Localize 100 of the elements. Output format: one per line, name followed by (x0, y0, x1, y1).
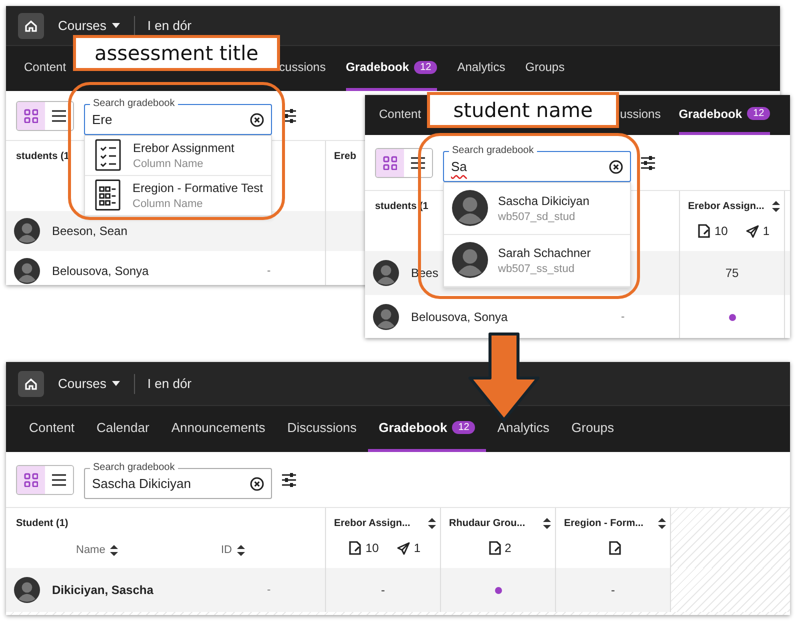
tab[interactable]: Analytics (486, 406, 560, 452)
clear-icon (250, 476, 264, 490)
test-icon (93, 178, 122, 212)
column-header[interactable]: Rhudaur Grou... (449, 518, 526, 529)
grid-view-button[interactable] (17, 102, 45, 130)
avatar-icon (452, 190, 488, 226)
tab[interactable]: Content (24, 46, 66, 91)
suggestion-item[interactable]: Erebor Assignment Column Name (85, 136, 271, 176)
avatar-icon (452, 242, 488, 278)
tab[interactable]: ussions (620, 95, 661, 135)
home-button[interactable] (18, 12, 44, 38)
column-header[interactable]: Erebor Assign... (688, 201, 764, 212)
clear-icon (250, 112, 264, 126)
caret-icon (112, 23, 120, 28)
avatar-icon (14, 577, 40, 603)
list-icon (52, 110, 66, 122)
search-field[interactable]: Search gradebook Sascha Dikiciyan (84, 460, 272, 498)
count-text: 1 (414, 541, 421, 555)
course-title: I en dór (147, 18, 192, 33)
document-icon (349, 541, 362, 555)
tab[interactable]: Discussions (276, 406, 368, 452)
document-icon (488, 541, 501, 555)
count-badge: 12 (414, 60, 438, 74)
student-name[interactable]: Dikiciyan, Sascha (52, 583, 154, 597)
tab[interactable]: Gradebook 12 (368, 406, 486, 452)
filter-icon (641, 154, 655, 170)
search-value: Sascha Dikiciyan (92, 476, 191, 491)
home-button[interactable] (18, 370, 44, 396)
clear-icon (609, 160, 623, 174)
callout-label: student name (427, 92, 619, 128)
field-label: Search gradebook (90, 98, 178, 108)
search-field[interactable]: Search gradebook Ere (84, 96, 272, 134)
tab[interactable]: Gradebook 12 (678, 95, 770, 135)
field-label: Search gradebook (449, 144, 537, 156)
column-header[interactable]: Ereb (334, 151, 356, 162)
student-header: students (1 (16, 151, 70, 162)
status-dot (728, 314, 736, 320)
student-name[interactable]: Beeson, Sean (52, 224, 128, 238)
tab[interactable]: Calendar (86, 406, 160, 452)
student-id: - (267, 584, 272, 596)
suggestion-item[interactable]: Eregion - Formative Test Column Name (85, 176, 271, 216)
count-text: 1 (762, 224, 770, 238)
student-name[interactable]: Belousova, Sonya (52, 264, 149, 278)
tab[interactable]: Groups (525, 46, 565, 91)
suggestion-subtitle: Column Name (133, 158, 204, 170)
send-icon (396, 542, 410, 554)
list-icon (411, 156, 425, 168)
courses-menu[interactable]: Courses (56, 18, 122, 33)
grid-view-button[interactable] (376, 148, 404, 176)
document-icon (609, 541, 621, 555)
grid-icon (383, 156, 397, 170)
student-name[interactable]: Belousova, Sonya (411, 310, 508, 324)
grid-view-button[interactable] (17, 466, 45, 494)
tab[interactable]: Announcements (160, 406, 276, 452)
search-field[interactable]: Search gradebook Sa (443, 144, 631, 182)
course-title: I en dór (147, 376, 192, 391)
suggestion-title: Eregion - Formative Test (132, 180, 263, 194)
suggestion-item[interactable]: Sascha Dikiciyan wb507_sd_stud (444, 182, 630, 234)
avatar-icon (14, 258, 40, 284)
suggestion-item[interactable]: Sarah Schachner wb507_ss_stud (444, 234, 630, 286)
suggestion-title: Sarah Schachner (498, 246, 591, 260)
tab[interactable]: cussions (279, 46, 326, 91)
down-arrow-icon (468, 332, 540, 422)
column-header[interactable]: Erebor Assign... (334, 518, 410, 529)
suggestion-subtitle: Column Name (132, 198, 204, 210)
name-header[interactable]: Name (76, 544, 118, 556)
caret-icon (112, 381, 120, 386)
count-text: 2 (504, 541, 512, 555)
avatar-icon (373, 260, 399, 286)
count-badge: 12 (747, 107, 770, 120)
grid-icon (24, 108, 38, 122)
sort-icon (237, 544, 245, 556)
grid-icon (24, 472, 38, 486)
tab[interactable]: Groups (560, 406, 626, 452)
suggestion-subtitle: wb507_ss_stud (498, 262, 576, 274)
count-text: 10 (365, 541, 379, 555)
sort-icon (110, 544, 118, 556)
callout-label: assessment title (73, 35, 280, 71)
tab[interactable]: Content (18, 406, 86, 452)
home-icon (24, 18, 38, 32)
send-icon (746, 224, 759, 238)
tab[interactable]: Gradebook 12 (346, 46, 438, 91)
document-icon (698, 224, 710, 238)
column-header[interactable]: Eregion - Form... (564, 518, 644, 529)
student-id: - (621, 311, 626, 323)
search-value: Ere (92, 112, 112, 127)
search-value: Sa (451, 159, 467, 174)
suggestion-title: Erebor Assignment (133, 140, 234, 154)
count-badge: 12 (452, 421, 476, 434)
id-header[interactable]: ID (221, 544, 245, 556)
filter-icon (282, 108, 296, 124)
courses-menu[interactable]: Courses (56, 376, 122, 391)
home-icon (24, 376, 38, 390)
list-icon (52, 474, 66, 486)
tab[interactable]: Content (379, 95, 422, 135)
suggestion-title: Sascha Dikiciyan (498, 194, 590, 208)
suggestion-subtitle: wb507_sd_stud (498, 210, 576, 222)
avatar-icon (373, 304, 399, 330)
tab[interactable]: Analytics (457, 46, 506, 91)
status-dot (494, 586, 502, 594)
